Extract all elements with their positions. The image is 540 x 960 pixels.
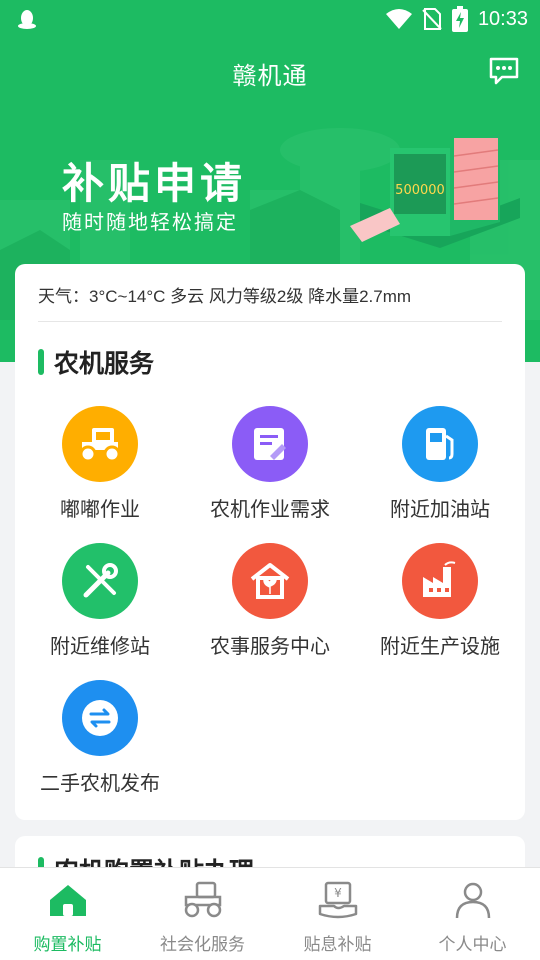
services-section-title: 农机服务 [54,349,155,378]
fuel-pump-icon [402,406,478,482]
service-label: 附近生产设施 [380,634,500,658]
tab-label: 贴息补贴 [303,935,372,955]
status-bar: 10:33 [0,0,540,38]
tab-social-service[interactable]: 社会化服务 [135,868,270,960]
battery-charging-icon [451,6,468,32]
home-icon [49,885,86,916]
service-label: 农事服务中心 [210,634,330,658]
service-label: 附近加油站 [390,497,490,521]
tab-label: 购置补贴 [33,935,102,955]
service-farm-service-center[interactable]: 农事服务中心 [185,543,355,673]
svg-text:¥: ¥ [334,886,342,900]
services-card: 天气：3°C~14°C 多云 风力等级2级 降水量2.7mm 农机服务 嘟嘟作业 [15,264,525,820]
service-nearby-repair-station[interactable]: 附近维修站 [15,543,185,673]
status-time: 10:33 [477,7,528,30]
yen-receipt-icon: ¥ [318,881,357,919]
banner-subtitle: 随时随地轻松搞定 [62,210,238,234]
chat-bubble-icon[interactable] [488,56,520,86]
wrench-screwdriver-icon [62,543,138,619]
no-sim-icon [422,8,442,30]
document-edit-icon [232,406,308,482]
service-label: 二手农机发布 [40,771,160,795]
tab-personal-center[interactable]: 个人中心 [405,868,540,960]
tractor-icon [62,406,138,482]
service-label: 附近维修站 [50,634,150,658]
title-bar: 赣机通 [0,52,540,92]
section-accent-bar [38,349,44,375]
service-farm-work-demand[interactable]: 农机作业需求 [185,406,355,536]
exchange-icon [62,680,138,756]
tab-purchase-subsidy[interactable]: 购置补贴 [0,868,135,960]
banner-title[interactable]: 补贴申请 [62,150,246,211]
money-machine-illustration: 500000 [350,134,520,248]
tractor-outline-icon [184,881,221,918]
service-label: 嘟嘟作业 [60,497,140,521]
house-plant-icon [232,543,308,619]
service-label: 农机作业需求 [210,497,330,521]
person-icon [455,882,490,919]
services-section-header: 农机服务 [38,344,154,380]
app-title: 赣机通 [232,62,308,90]
tab-interest-subsidy[interactable]: ¥ 贴息补贴 [270,868,405,960]
service-used-machinery-post[interactable]: 二手农机发布 [15,680,185,810]
service-dudu-work[interactable]: 嘟嘟作业 [15,406,185,536]
tab-label: 社会化服务 [160,935,245,955]
wifi-icon [385,9,412,29]
service-nearby-gas-station[interactable]: 附近加油站 [355,406,525,536]
weather-info: 天气：3°C~14°C 多云 风力等级2级 降水量2.7mm [38,282,502,322]
bottom-tab-bar: 购置补贴 社会化服务 ¥ 贴息补贴 个人中心 [0,867,540,960]
service-nearby-production-facility[interactable]: 附近生产设施 [355,543,525,673]
tab-label: 个人中心 [438,935,507,955]
qq-penguin-icon [18,10,36,29]
svg-text:500000: 500000 [395,183,445,198]
factory-icon [402,543,478,619]
